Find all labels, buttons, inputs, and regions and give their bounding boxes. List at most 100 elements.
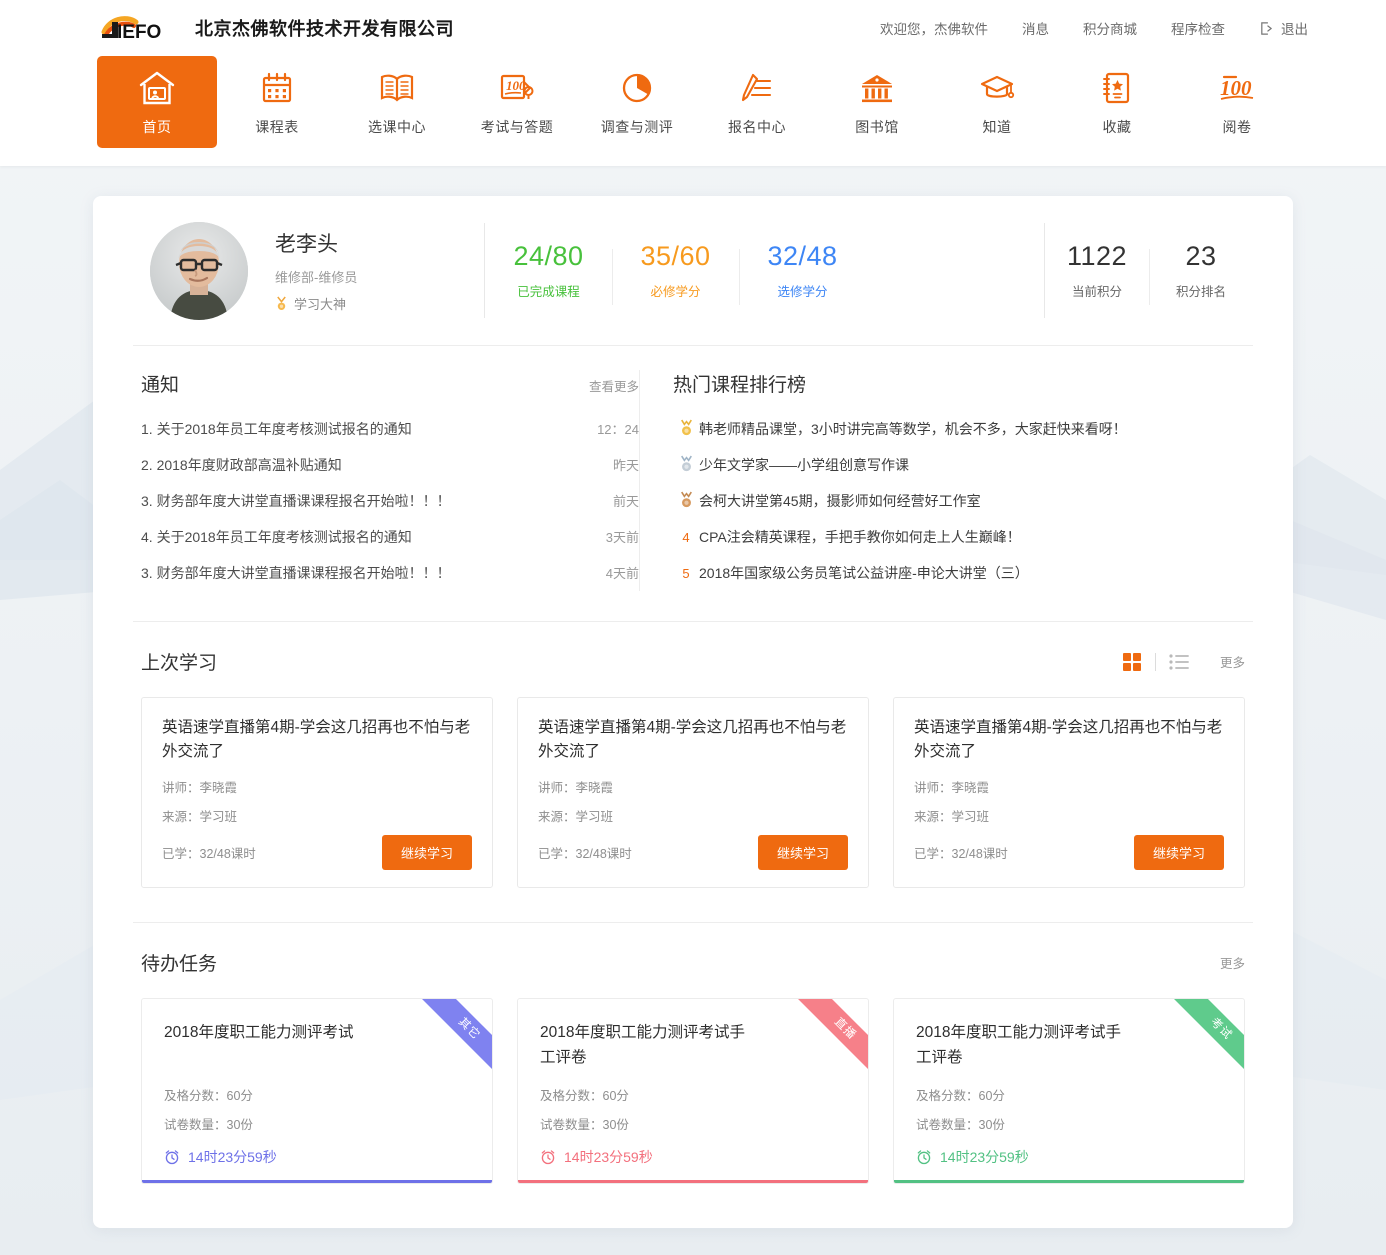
notice-time: 12：24 [597, 422, 639, 437]
alarm-clock-icon [917, 1150, 931, 1165]
course-title: 英语速学直播第4期-学会这几招再也不怕与老外交流了 [162, 719, 471, 761]
ranking-item[interactable]: 5 2018年国家级公务员笔试公益讲座-申论大讲堂（三） [673, 555, 1253, 591]
stat-label: 选修学分 [777, 285, 828, 299]
nav-label-exam: 考试与答题 [480, 118, 554, 135]
task-type-ribbon: 其它 [408, 999, 492, 1083]
notice-item[interactable]: 1. 关于2018年员工年度考核测试报名的通知 12：24 [141, 411, 639, 447]
task-countdown: 14时23分59秒 [164, 1147, 470, 1167]
last-learning-title: 上次学习 [141, 653, 218, 674]
ranking-number: 5 [682, 565, 690, 581]
alarm-clock-icon [541, 1150, 555, 1165]
nav-label-know: 知道 [982, 118, 1012, 135]
grid-view-icon[interactable] [1109, 652, 1155, 672]
notice-item[interactable]: 4. 关于2018年员工年度考核测试报名的通知 3天前 [141, 519, 639, 555]
ranking-header: 热门课程排行榜 [673, 370, 1253, 397]
stat-label: 当前积分 [1071, 285, 1122, 299]
nav-item-home[interactable]: 首页 [97, 56, 217, 148]
notice-time: 4天前 [605, 566, 639, 581]
ranking-title: 热门课程排行榜 [673, 375, 807, 396]
gold-medal-icon [673, 419, 699, 439]
nav-item-registration[interactable]: 报名中心 [697, 56, 817, 148]
notice-item[interactable]: 2. 2018年度财政部高温补贴通知 昨天 [141, 447, 639, 483]
continue-learning-button[interactable]: 继续学习 [1133, 835, 1224, 870]
page-footer: Copyright©2001-2018 北京杰佛软件技术开发有限公司 京ICP备… [0, 1228, 1386, 1255]
logout-button[interactable]: 退出 [1259, 18, 1308, 38]
nav-item-course-selection[interactable]: 选课中心 [337, 56, 457, 148]
ranking-text: 韩老师精品课堂，3小时讲完高等数学，机会不多，大家赶快来看呀！ [699, 421, 1127, 437]
notice-item[interactable]: 3. 财务部年度大讲堂直播课课程报名开始啦！！！ 4天前 [141, 555, 639, 591]
nav-item-schedule[interactable]: 课程表 [217, 56, 337, 148]
nav-item-survey[interactable]: 调查与测评 [577, 56, 697, 148]
course-card[interactable]: 英语速学直播第4期-学会这几招再也不怕与老外交流了 讲师：李晓霞 来源：学习班 … [517, 697, 869, 888]
star-notebook-icon [1101, 68, 1133, 108]
calendar-icon [259, 68, 295, 108]
notice-text: 3. 财务部年度大讲堂直播课课程报名开始啦！！！ [141, 493, 451, 509]
task-type-label: 其它 [418, 999, 492, 1080]
notice-item[interactable]: 3. 财务部年度大讲堂直播课课程报名开始啦！！！ 前天 [141, 483, 639, 519]
nav-label-grading: 阅卷 [1222, 118, 1252, 135]
notice-time: 前天 [612, 494, 639, 509]
nav-label-favorites: 收藏 [1102, 118, 1132, 135]
stat-completed-courses: 24/80 已完成课程 [485, 241, 612, 300]
task-card[interactable]: 考试 2018年度职工能力测评考试手工评卷 及格分数：60分 试卷数量：30份 … [893, 998, 1245, 1184]
task-paper-count: 试卷数量：30份 [916, 1118, 1005, 1132]
notice-text: 1. 关于2018年员工年度考核测试报名的通知 [141, 421, 412, 437]
exam-icon: 100 [498, 68, 536, 108]
messages-link[interactable]: 消息 [1022, 18, 1049, 38]
nav-item-know[interactable]: 知道 [937, 56, 1057, 148]
points-mall-link[interactable]: 积分商城 [1083, 18, 1137, 38]
task-title: 2018年度职工能力测评考试手工评卷 [540, 1024, 745, 1066]
notice-time: 昨天 [612, 458, 639, 473]
points-stats: 1122 当前积分 23 积分排名 [1044, 223, 1253, 318]
learning-stats: 24/80 已完成课程 35/60 必修学分 32/48 选修学分 [484, 223, 866, 318]
user-badge-label: 学习大神 [294, 297, 347, 312]
todo-more-link[interactable]: 更多 [1220, 953, 1245, 972]
todo-header: 待办任务 更多 [133, 949, 1253, 976]
nav-label-home: 首页 [142, 118, 172, 135]
notice-view-more-link[interactable]: 查看更多 [589, 376, 639, 395]
task-type-ribbon: 考试 [1160, 999, 1244, 1083]
course-source: 来源：学习班 [538, 810, 614, 824]
course-card[interactable]: 英语速学直播第4期-学会这几招再也不怕与老外交流了 讲师：李晓霞 来源：学习班 … [893, 697, 1245, 888]
task-countdown: 14时23分59秒 [540, 1147, 846, 1167]
nav-item-library[interactable]: 图书馆 [817, 56, 937, 148]
stat-points-rank: 23 积分排名 [1149, 241, 1253, 305]
user-department: 维修部-维修员 [275, 270, 358, 285]
nav-item-grading[interactable]: 100 阅卷 [1177, 56, 1297, 148]
continue-learning-button[interactable]: 继续学习 [757, 835, 848, 870]
task-card[interactable]: 其它 2018年度职工能力测评考试 及格分数：60分 试卷数量：30份 14时2… [141, 998, 493, 1184]
alarm-clock-icon [165, 1150, 179, 1165]
task-pass-score: 及格分数：60分 [540, 1089, 629, 1103]
ranking-item[interactable]: 会柯大讲堂第45期，摄影师如何经营好工作室 [673, 483, 1253, 519]
course-card[interactable]: 英语速学直播第4期-学会这几招再也不怕与老外交流了 讲师：李晓霞 来源：学习班 … [141, 697, 493, 888]
ranking-item[interactable]: 4 CPA注会精英课程，手把手教你如何走上人生巅峰！ [673, 519, 1253, 555]
company-name: 北京杰佛软件技术开发有限公司 [195, 19, 454, 39]
course-progress: 已学：32/48课时 [162, 847, 256, 861]
last-learning-section: 上次学习 更多 英语速学直播第4期-学会这几招再也不怕与老外交流了 讲师：李晓霞… [133, 622, 1253, 923]
svg-text:100: 100 [506, 78, 526, 93]
task-paper-count: 试卷数量：30份 [540, 1118, 629, 1132]
course-card-list: 英语速学直播第4期-学会这几招再也不怕与老外交流了 讲师：李晓霞 来源：学习班 … [133, 697, 1253, 888]
top-nav-links: 欢迎您，杰佛软件 消息 积分商城 程序检查 退出 [880, 18, 1356, 38]
nav-item-exam[interactable]: 100 考试与答题 [457, 56, 577, 148]
course-card-footer: 已学：32/48课时 继续学习 [914, 835, 1224, 870]
logout-icon [1261, 21, 1272, 35]
task-paper-count: 试卷数量：30份 [164, 1118, 253, 1132]
ranking-item[interactable]: 少年文学家——小学组创意写作课 [673, 447, 1253, 483]
ranking-number: 4 [682, 529, 690, 545]
stat-value: 1122 [1066, 241, 1128, 271]
page-header: IEFO 北京杰佛软件技术开发有限公司 欢迎您，杰佛软件 消息 积分商城 程序检… [0, 0, 1386, 166]
task-card[interactable]: 直播 2018年度职工能力测评考试手工评卷 及格分数：60分 试卷数量：30份 … [517, 998, 869, 1184]
view-toggle-group [1109, 652, 1202, 672]
nav-item-favorites[interactable]: 收藏 [1057, 56, 1177, 148]
ranking-item[interactable]: 韩老师精品课堂，3小时讲完高等数学，机会不多，大家赶快来看呀！ [673, 411, 1253, 447]
profile-summary: 老李头 维修部-维修员 学习大神 24/80 已完成课程 35/60 必修学分 [133, 196, 1253, 346]
task-countdown-label: 14时23分59秒 [188, 1149, 277, 1165]
list-view-icon[interactable] [1156, 652, 1202, 672]
notice-time: 3天前 [605, 530, 639, 545]
avatar[interactable] [150, 221, 248, 320]
continue-learning-button[interactable]: 继续学习 [381, 835, 472, 870]
program-check-link[interactable]: 程序检查 [1171, 18, 1225, 38]
last-learning-more-link[interactable]: 更多 [1220, 652, 1245, 671]
brand-logo[interactable]: IEFO 北京杰佛软件技术开发有限公司 [100, 13, 454, 43]
